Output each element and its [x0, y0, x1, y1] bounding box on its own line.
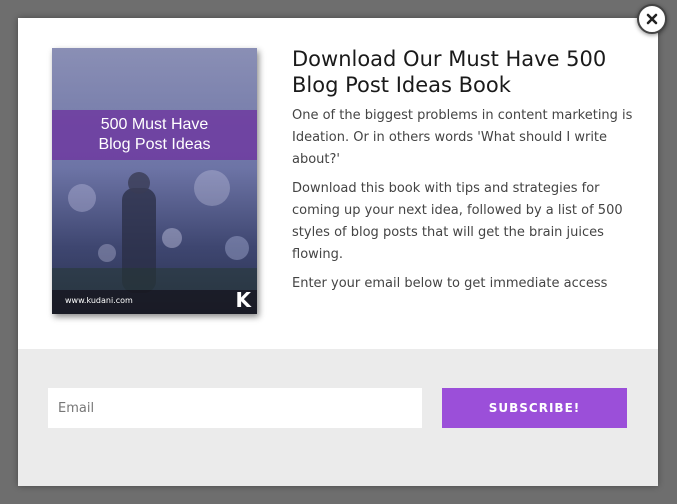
- book-title-line-2: Blog Post Ideas: [98, 136, 211, 153]
- close-button[interactable]: [637, 4, 667, 34]
- book-footer: www.kudani.com K: [52, 288, 257, 314]
- signup-form: SUBSCRIBE!: [18, 349, 658, 486]
- k-logo: K: [235, 288, 252, 312]
- description-paragraph: Download this book with tips and strateg…: [292, 181, 623, 262]
- intro-paragraph: One of the biggest problems in content m…: [292, 108, 633, 167]
- email-input[interactable]: [48, 388, 422, 428]
- popup-modal: 500 Must Have Blog Post Ideas www.kudani…: [18, 18, 658, 486]
- cover-photo: [52, 48, 257, 314]
- cta-text: Enter your email below to get immediate …: [292, 276, 608, 291]
- book-url: www.kudani.com: [65, 296, 133, 305]
- popup-title: Download Our Must Have 500 Blog Post Ide…: [292, 47, 607, 97]
- close-icon: [646, 13, 658, 25]
- subscribe-button[interactable]: SUBSCRIBE!: [442, 388, 627, 428]
- book-title-band: 500 Must Have Blog Post Ideas: [52, 110, 257, 160]
- ebook-cover: 500 Must Have Blog Post Ideas www.kudani…: [52, 48, 257, 314]
- book-title-line-1: 500 Must Have: [100, 116, 209, 133]
